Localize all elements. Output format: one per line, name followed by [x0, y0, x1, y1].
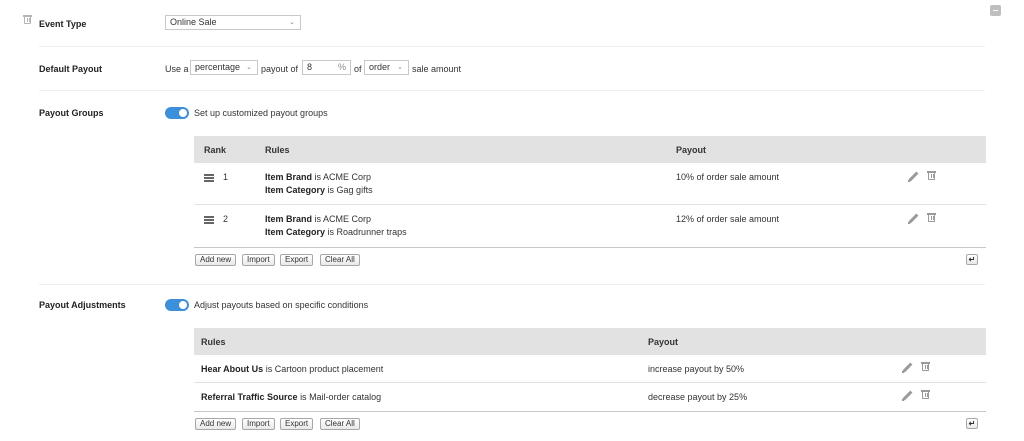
payout-cell: 10% of order sale amount: [676, 172, 780, 182]
payout-cell: decrease payout by 25%: [648, 392, 748, 402]
payout-basis-select[interactable]: order ⌄: [364, 60, 409, 75]
rules-header: Rules: [265, 145, 290, 155]
table-row[interactable]: 2 Item Brand is ACME Corp Item Category …: [194, 205, 986, 247]
trash-icon[interactable]: [921, 390, 930, 399]
return-arrow-icon[interactable]: ↵: [966, 254, 978, 265]
payout-adjustments-toggle[interactable]: [165, 299, 189, 311]
event-type-select[interactable]: Online Sale ⌄: [165, 15, 301, 30]
divider: [39, 284, 985, 285]
payout-of-text: of: [354, 64, 362, 74]
rule-field: Referral Traffic Source: [201, 392, 298, 402]
payout-groups-toggle[interactable]: [165, 107, 189, 119]
payout-suffix-text: sale amount: [412, 64, 462, 74]
trash-icon[interactable]: [927, 171, 936, 180]
return-arrow-icon[interactable]: ↵: [966, 418, 978, 429]
event-type-value: Online Sale: [170, 17, 217, 27]
rule-field: Item Brand: [265, 214, 313, 224]
pencil-icon[interactable]: [902, 363, 912, 373]
payout-basis-value: order: [369, 62, 391, 72]
rule-value: is Roadrunner traps: [327, 227, 407, 237]
table-row[interactable]: 1 Item Brand is ACME Corp Item Category …: [194, 163, 986, 205]
pencil-icon[interactable]: [908, 214, 918, 224]
payout-header: Payout: [648, 337, 679, 347]
clear-all-button[interactable]: Clear All: [320, 254, 360, 266]
drag-handle-icon[interactable]: [204, 216, 214, 224]
rule-field: Item Category: [265, 185, 326, 195]
rule-field: Item Category: [265, 227, 326, 237]
pencil-icon[interactable]: [908, 172, 918, 182]
table-row[interactable]: Referral Traffic Source is Mail-order ca…: [194, 383, 986, 411]
rule-value: is Mail-order catalog: [300, 392, 382, 402]
chevron-down-icon: ⌄: [246, 64, 252, 71]
payout-groups-label: Payout Groups: [39, 108, 104, 118]
payout-groups-toggle-text: Set up customized payout groups: [194, 108, 328, 118]
divider: [39, 90, 985, 91]
table-row[interactable]: Hear About Us is Cartoon product placeme…: [194, 355, 986, 383]
rules-header: Rules: [201, 337, 226, 347]
payout-type-select[interactable]: percentage ⌄: [190, 60, 258, 75]
rule-line: Referral Traffic Source is Mail-order ca…: [201, 391, 381, 404]
rule-value: is Cartoon product placement: [265, 364, 384, 374]
payout-prefix-text: Use a: [165, 64, 189, 74]
divider: [39, 46, 985, 47]
add-new-button[interactable]: Add new: [195, 254, 237, 266]
payout-type-value: percentage: [195, 62, 241, 72]
collapse-button[interactable]: [990, 5, 1001, 16]
import-button[interactable]: Import: [242, 254, 275, 266]
export-button[interactable]: Export: [280, 418, 314, 430]
add-new-button[interactable]: Add new: [195, 418, 237, 430]
rule-value: is Gag gifts: [327, 185, 373, 195]
drag-handle-icon[interactable]: [204, 174, 214, 182]
grid-toolbar: Add new Import Export Clear All ↵: [194, 247, 986, 268]
grid-header: Rank Rules Payout: [194, 136, 986, 163]
trash-icon[interactable]: [927, 213, 936, 222]
rule-line: Item Category is Roadrunner traps: [265, 226, 407, 239]
rule-field: Item Brand: [265, 172, 313, 182]
payout-adjustments-toggle-text: Adjust payouts based on specific conditi…: [194, 300, 369, 310]
chevron-down-icon: ⌄: [289, 19, 295, 26]
payout-cell: increase payout by 50%: [648, 364, 745, 374]
rank-cell: 2: [223, 214, 229, 224]
payout-adjustments-grid: Rules Payout Hear About Us is Cartoon pr…: [194, 328, 986, 433]
import-button[interactable]: Import: [242, 418, 275, 430]
trash-icon[interactable]: [23, 15, 32, 24]
payout-mid-text: payout of: [261, 64, 299, 74]
rank-header: Rank: [204, 145, 227, 155]
default-payout-label: Default Payout: [39, 64, 103, 74]
rule-field: Hear About Us: [201, 364, 264, 374]
chevron-down-icon: ⌄: [397, 64, 403, 71]
rule-value: is ACME Corp: [314, 172, 372, 182]
rule-value: is ACME Corp: [314, 214, 372, 224]
rank-cell: 1: [223, 172, 229, 182]
rule-line: Item Brand is ACME Corp: [265, 213, 371, 226]
payout-adjustments-label: Payout Adjustments: [39, 300, 126, 310]
payout-amount-input[interactable]: 8 %: [302, 60, 351, 75]
clear-all-button[interactable]: Clear All: [320, 418, 360, 430]
grid-toolbar: Add new Import Export Clear All ↵: [194, 411, 986, 432]
rule-line: Item Category is Gag gifts: [265, 184, 373, 197]
grid-header: Rules Payout: [194, 328, 986, 355]
payout-cell: 12% of order sale amount: [676, 214, 780, 224]
export-button[interactable]: Export: [280, 254, 314, 266]
payout-groups-grid: Rank Rules Payout 1 Item Brand is ACME C…: [194, 136, 986, 268]
pencil-icon[interactable]: [902, 391, 912, 401]
rule-line: Hear About Us is Cartoon product placeme…: [201, 363, 383, 376]
rule-line: Item Brand is ACME Corp: [265, 171, 371, 184]
event-type-label: Event Type: [39, 19, 87, 29]
trash-icon[interactable]: [921, 362, 930, 371]
payout-header: Payout: [676, 145, 707, 155]
payout-amount-value: 8: [307, 62, 313, 72]
percent-unit: %: [337, 62, 346, 72]
